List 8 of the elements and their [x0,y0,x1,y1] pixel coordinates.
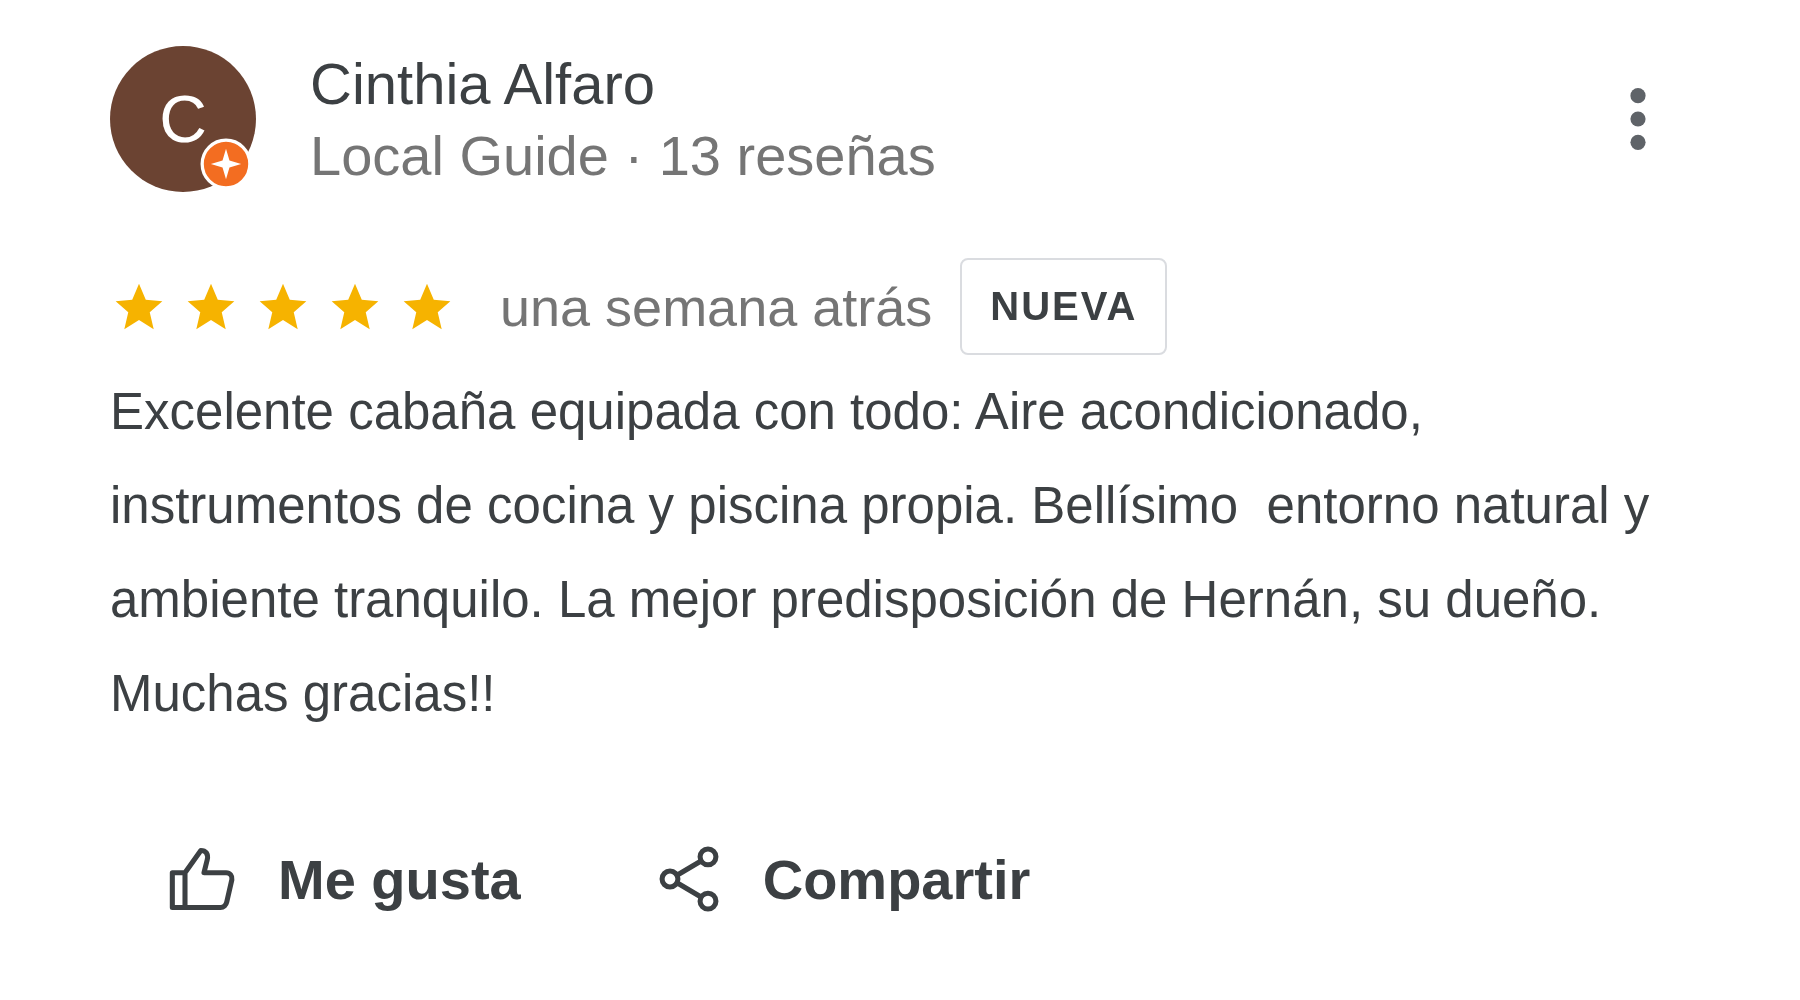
like-button[interactable]: Me gusta [166,841,521,917]
avatar: C [110,46,256,192]
author-name[interactable]: Cinthia Alfaro [310,50,1572,117]
share-button[interactable]: Compartir [650,841,1031,917]
review-time: una semana atrás [500,275,933,338]
author-meta: Local Guide · 13 reseñas [310,123,937,188]
review-text: Excelente cabaña equipada con todo: Aire acondicionado, instrumentos de cocina y piscina propia. Bellísimo entorno natural y ambiente tranquilo. La mejor predisposición de Hernán, su dueño. Muchas gracias!! [110,382,1651,724]
new-badge: NUEVA [960,258,1168,355]
